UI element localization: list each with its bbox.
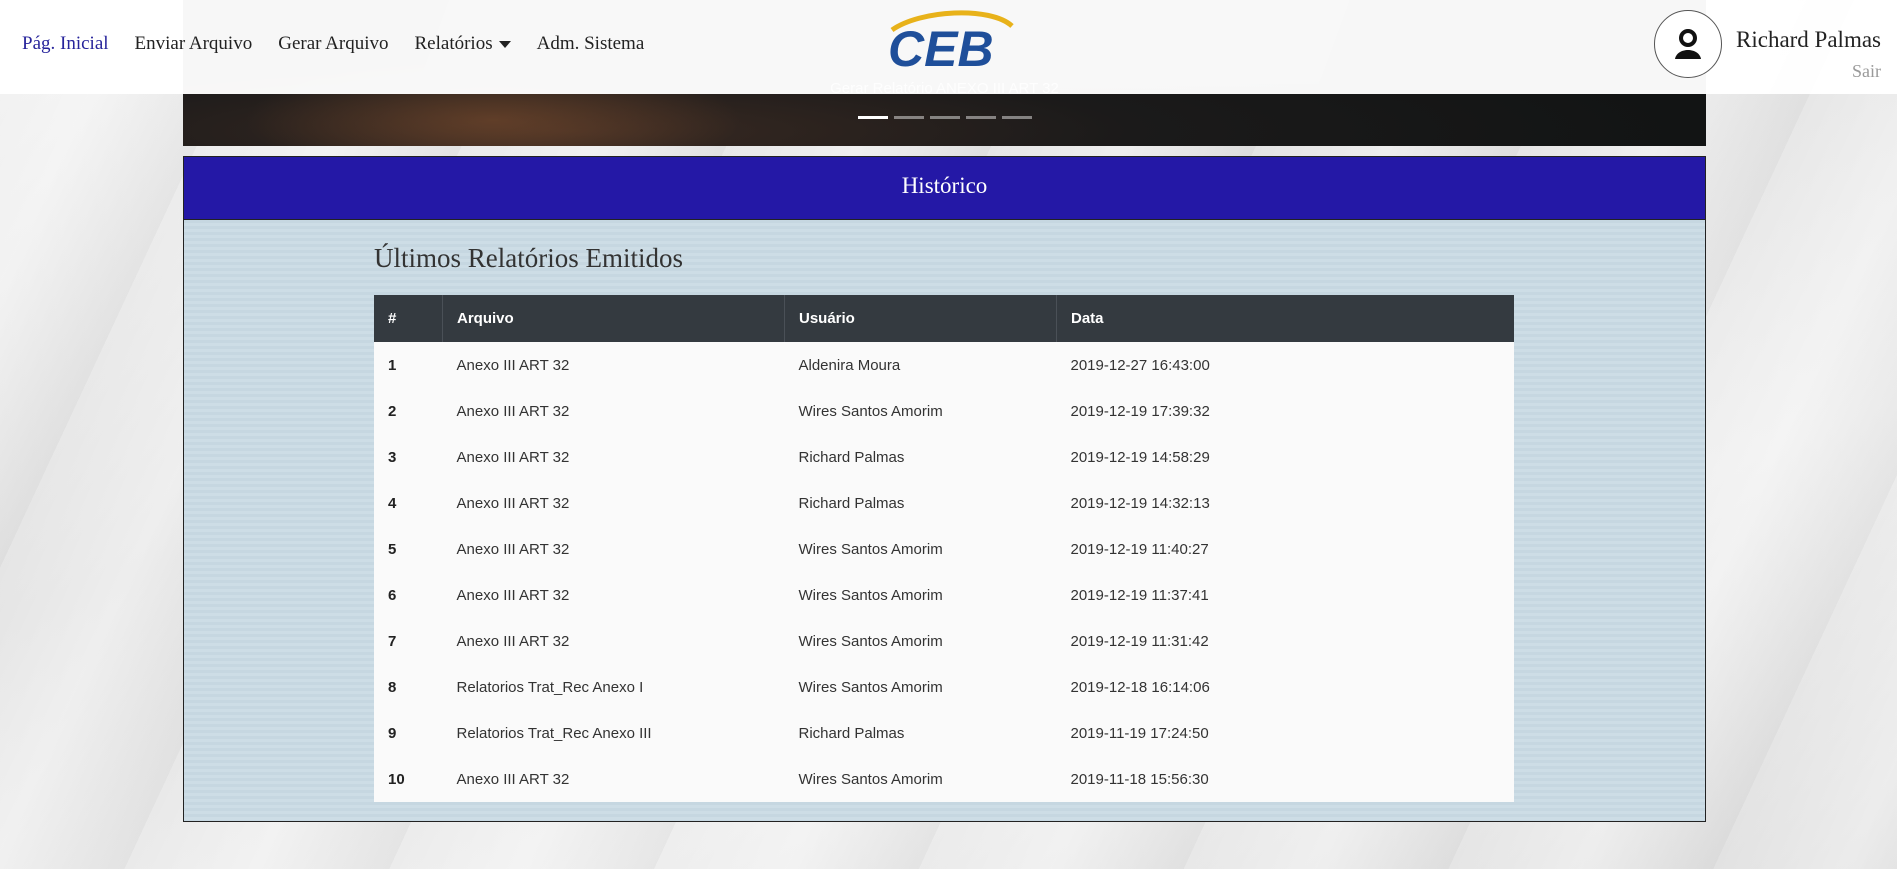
table-row: 9 Relatorios Trat_Rec Anexo III Richard Pa… (374, 710, 1514, 756)
row-file: Anexo III ART 32 (442, 618, 785, 664)
row-file: Anexo III ART 32 (442, 388, 785, 434)
user-icon (1675, 29, 1701, 59)
carousel-indicators (183, 116, 1706, 119)
logout-link[interactable]: Sair (1736, 61, 1881, 82)
reports-table-wrapper: # Arquivo Usuário Data 1 Anexo III ART 32… (374, 295, 1514, 802)
row-date: 2019-11-19 17:24:50 (1056, 710, 1514, 756)
row-number: 8 (374, 664, 443, 710)
row-number: 9 (374, 710, 443, 756)
row-file: Anexo III ART 32 (442, 480, 785, 526)
row-date: 2019-12-19 14:58:29 (1056, 434, 1514, 480)
nav-link-generate-file[interactable]: Gerar Arquivo (278, 33, 388, 55)
nav-link-home[interactable]: Pág. Inicial (22, 33, 109, 55)
row-file: Anexo III ART 32 (442, 572, 785, 618)
table-row: 7 Anexo III ART 32 Wires Santos Amorim 2019… (374, 618, 1514, 664)
row-file: Relatorios Trat_Rec Anexo III (442, 710, 785, 756)
user-avatar[interactable] (1654, 10, 1722, 78)
section-title: Últimos Relatórios Emitidos (374, 243, 683, 273)
user-name: Richard Palmas (1736, 27, 1881, 52)
table-row: 3 Anexo III ART 32 Richard Palmas 2019-12-1… (374, 434, 1514, 480)
nav-link-send-file[interactable]: Enviar Arquivo (135, 33, 253, 55)
reports-table: # Arquivo Usuário Data 1 Anexo III ART 32… (374, 295, 1514, 802)
col-header-number: # (374, 295, 443, 342)
top-navbar: Pág. Inicial Enviar Arquivo Gerar Arquiv… (0, 0, 1897, 94)
table-row: 2 Anexo III ART 32 Wires Santos Amorim 2019… (374, 388, 1514, 434)
row-file: Anexo III ART 32 (442, 526, 785, 572)
table-row: 4 Anexo III ART 32 Richard Palmas 2019-12-1… (374, 480, 1514, 526)
carousel-indicator-5[interactable] (1001, 116, 1032, 119)
row-date: 2019-12-18 16:14:06 (1056, 664, 1514, 710)
row-date: 2019-12-19 17:39:32 (1056, 388, 1514, 434)
row-user: Wires Santos Amorim (784, 572, 1057, 618)
row-user: Richard Palmas (784, 710, 1057, 756)
row-date: 2019-12-27 16:43:00 (1056, 342, 1514, 388)
col-header-file: Arquivo (442, 295, 785, 342)
table-row: 8 Relatorios Trat_Rec Anexo I Wires Santos… (374, 664, 1514, 710)
row-user: Aldenira Moura (784, 342, 1057, 388)
row-date: 2019-11-18 15:56:30 (1056, 756, 1514, 802)
table-row: 5 Anexo III ART 32 Wires Santos Amorim 2019… (374, 526, 1514, 572)
caret-down-icon (498, 40, 511, 48)
history-header: Histórico (184, 157, 1705, 220)
row-user: Wires Santos Amorim (784, 756, 1057, 802)
table-body: 1 Anexo III ART 32 Aldenira Moura 2019-12-2… (374, 342, 1514, 802)
row-number: 7 (374, 618, 443, 664)
row-number: 10 (374, 756, 443, 802)
table-row: 1 Anexo III ART 32 Aldenira Moura 2019-12-2… (374, 342, 1514, 388)
row-user: Wires Santos Amorim (784, 526, 1057, 572)
carousel-indicator-2[interactable] (893, 116, 924, 119)
row-file: Relatorios Trat_Rec Anexo I (442, 664, 785, 710)
row-user: Richard Palmas (784, 480, 1057, 526)
row-date: 2019-12-19 11:37:41 (1056, 572, 1514, 618)
row-user: Wires Santos Amorim (784, 618, 1057, 664)
row-date: 2019-12-19 11:40:27 (1056, 526, 1514, 572)
history-card: Histórico Últimos Relatórios Emitidos # … (183, 156, 1706, 822)
row-user: Wires Santos Amorim (784, 388, 1057, 434)
company-logo[interactable]: CEB (880, 8, 1020, 74)
row-number: 6 (374, 572, 443, 618)
col-header-date: Data (1056, 295, 1514, 342)
row-user: Wires Santos Amorim (784, 664, 1057, 710)
logo-text: CEB (888, 21, 994, 74)
user-info: Richard Palmas Sair (1736, 10, 1881, 82)
carousel-indicator-4[interactable] (965, 116, 996, 119)
row-number: 2 (374, 388, 443, 434)
nav-links: Pág. Inicial Enviar Arquivo Gerar Arquiv… (22, 33, 644, 55)
carousel-indicator-1[interactable] (857, 116, 888, 119)
nav-dropdown-reports-label: Relatórios (414, 33, 493, 54)
table-header-row: # Arquivo Usuário Data (374, 295, 1514, 342)
row-number: 4 (374, 480, 443, 526)
row-user: Richard Palmas (784, 434, 1057, 480)
row-file: Anexo III ART 32 (442, 434, 785, 480)
row-number: 1 (374, 342, 443, 388)
nav-dropdown-reports[interactable]: Relatórios (415, 33, 511, 55)
col-header-user: Usuário (784, 295, 1057, 342)
row-file: Anexo III ART 32 (442, 756, 785, 802)
table-row: 10 Anexo III ART 32 Wires Santos Amorim 201… (374, 756, 1514, 802)
table-row: 6 Anexo III ART 32 Wires Santos Amorim 2019… (374, 572, 1514, 618)
row-number: 5 (374, 526, 443, 572)
nav-link-admin[interactable]: Adm. Sistema (537, 33, 645, 55)
row-date: 2019-12-19 11:31:42 (1056, 618, 1514, 664)
carousel-indicator-3[interactable] (929, 116, 960, 119)
row-file: Anexo III ART 32 (442, 342, 785, 388)
row-number: 3 (374, 434, 443, 480)
user-area: Richard Palmas Sair (1654, 10, 1881, 82)
row-date: 2019-12-19 14:32:13 (1056, 480, 1514, 526)
